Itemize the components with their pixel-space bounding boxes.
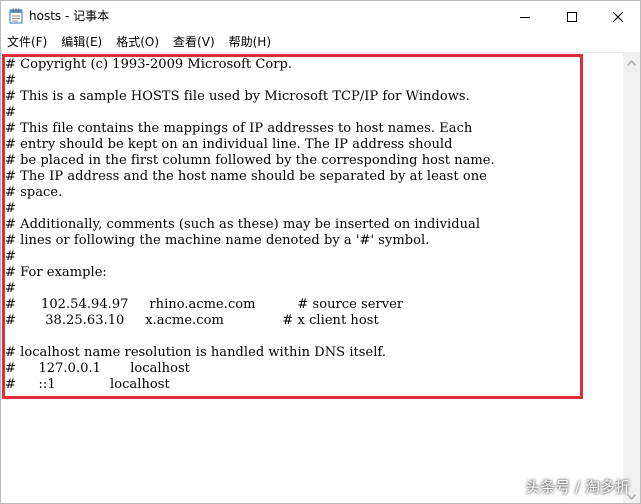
maximize-button[interactable]	[549, 1, 595, 31]
text-line: #	[5, 201, 16, 216]
minimize-icon	[520, 7, 530, 26]
text-line: # Copyright (c) 1993-2009 Microsoft Corp…	[5, 57, 293, 72]
text-line: #	[5, 281, 16, 296]
vertical-scrollbar[interactable]	[623, 52, 640, 503]
text-line: # This file contains the mappings of IP …	[5, 121, 473, 136]
text-line: # The IP address and the host name shoul…	[5, 169, 487, 184]
text-line: # be placed in the first column followed…	[5, 153, 495, 168]
menu-edit[interactable]: 编辑(E)	[54, 33, 109, 51]
text-line: #	[5, 249, 16, 264]
maximize-icon	[567, 7, 577, 26]
menu-format[interactable]: 格式(O)	[109, 33, 166, 51]
text-line: #	[5, 73, 16, 88]
notepad-window: hosts - 记事本 文件(F) 编辑(E) 格式(O) 查看(V) 帮助(H…	[0, 0, 641, 504]
text-line: # localhost name resolution is handled w…	[5, 345, 387, 360]
menu-help[interactable]: 帮助(H)	[222, 33, 278, 51]
minimize-button[interactable]	[502, 1, 548, 31]
text-line: # 102.54.94.97 rhino.acme.com # source s…	[5, 297, 404, 312]
scroll-up-button[interactable]	[623, 52, 640, 69]
title-bar[interactable]: hosts - 记事本	[1, 1, 640, 32]
menu-bar: 文件(F) 编辑(E) 格式(O) 查看(V) 帮助(H)	[1, 32, 640, 52]
text-line: # ::1 localhost	[5, 377, 170, 392]
text-line: # This is a sample HOSTS file used by Mi…	[5, 89, 470, 104]
text-line: # Additionally, comments (such as these)…	[5, 217, 481, 232]
chevron-up-icon	[627, 51, 636, 70]
text-line: # 38.25.63.10 x.acme.com # x client host	[5, 313, 379, 328]
menu-file[interactable]: 文件(F)	[1, 33, 54, 51]
watermark: 头条号 / 淘多折	[525, 478, 630, 496]
close-icon	[612, 7, 624, 26]
text-line: # For example:	[5, 265, 107, 280]
text-line: # lines or following the machine name de…	[5, 233, 430, 248]
close-button[interactable]	[595, 1, 640, 31]
text-line: # space.	[5, 185, 63, 200]
notepad-icon	[9, 8, 23, 24]
window-title: hosts - 记事本	[29, 9, 110, 23]
menu-view[interactable]: 查看(V)	[166, 33, 222, 51]
text-line	[5, 329, 495, 345]
text-line: #	[5, 105, 16, 120]
text-line: # 127.0.0.1 localhost	[5, 361, 190, 376]
text-editor[interactable]: # Copyright (c) 1993-2009 Microsoft Corp…	[1, 52, 623, 503]
document-text: # Copyright (c) 1993-2009 Microsoft Corp…	[5, 57, 495, 393]
text-line: # entry should be kept on an individual …	[5, 137, 453, 152]
